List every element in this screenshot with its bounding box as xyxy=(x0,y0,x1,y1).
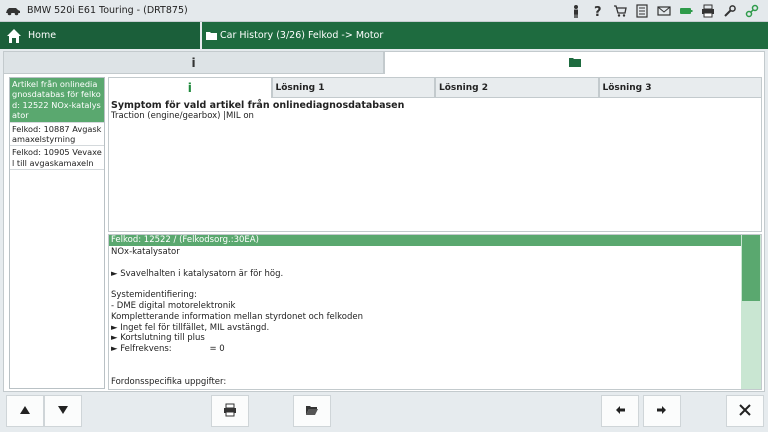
home-label: Home xyxy=(28,30,57,41)
arrow-left-icon xyxy=(613,403,627,420)
open-folder-button[interactable] xyxy=(293,395,331,427)
info-icon: i xyxy=(191,55,196,70)
details-line: NOx-katalysator xyxy=(111,247,180,257)
window-title: BMW 520i E61 Touring - (DRT875) xyxy=(27,5,188,16)
folder-icon xyxy=(206,31,217,40)
car-icon xyxy=(5,6,21,16)
arrow-right-icon xyxy=(655,403,669,420)
list-item[interactable]: Artikel från onlinediagnosdatabas för fe… xyxy=(10,78,104,123)
battery-icon xyxy=(678,3,694,19)
details-line: ► Kortslutning till plus xyxy=(111,333,205,344)
details-scrollbar[interactable] xyxy=(741,235,761,389)
details-line xyxy=(111,258,739,269)
cart-icon[interactable] xyxy=(612,3,628,19)
mail-icon[interactable] xyxy=(634,3,650,19)
person-icon[interactable] xyxy=(568,3,584,19)
folder-open-icon xyxy=(305,403,319,420)
email-icon[interactable] xyxy=(656,3,672,19)
close-button[interactable] xyxy=(726,395,764,427)
connection-icon xyxy=(744,3,760,19)
details-header: Felkod: 12522 / (Felkodsorg.:30EA) xyxy=(109,235,741,246)
close-icon xyxy=(738,403,752,420)
wrench-icon[interactable] xyxy=(722,3,738,19)
list-item[interactable]: Felkod: 10887 Avgaskamaxelstyrning xyxy=(10,123,104,147)
bottom-toolbar xyxy=(0,392,768,432)
printer-icon[interactable] xyxy=(700,3,716,19)
details-line: - DME digital motorelektronik xyxy=(111,300,236,311)
tab-folder[interactable] xyxy=(384,51,765,74)
print-button[interactable] xyxy=(211,395,249,427)
folder-icon xyxy=(568,57,581,70)
details-body: NOx-katalysator ► Svavelhalten i katalys… xyxy=(109,247,739,387)
details-line xyxy=(111,279,739,290)
details-line xyxy=(111,366,739,377)
details-line xyxy=(111,355,739,366)
details-line: Systemidentifiering: xyxy=(111,290,197,301)
previous-button[interactable] xyxy=(601,395,639,427)
home-button[interactable]: Home xyxy=(0,22,202,49)
info-icon: i xyxy=(187,81,192,95)
scroll-down-button[interactable] xyxy=(44,395,82,427)
tab-solution-1[interactable]: Lösning 1 xyxy=(271,77,435,98)
sub-tabs: i Lösning 1 Lösning 2 Lösning 3 xyxy=(108,77,762,98)
details-panel: Felkod: 12522 / (Felkodsorg.:30EA) NOx-k… xyxy=(108,234,762,390)
details-line: ► Svavelhalten i katalysatorn är för hög… xyxy=(111,268,284,279)
details-line: Kompletterande information mellan styrdo… xyxy=(111,311,363,322)
help-icon[interactable]: ? xyxy=(590,3,606,19)
fault-list: Artikel från onlinediagnosdatabas för fe… xyxy=(9,77,105,389)
content-panel: Artikel från onlinediagnosdatabas för fe… xyxy=(3,74,765,392)
scrollbar-thumb[interactable] xyxy=(742,235,760,301)
triangle-up-icon xyxy=(18,403,32,420)
symptom-heading: Symptom för vald artikel från onlinediag… xyxy=(111,100,405,111)
main-tabs: i xyxy=(3,51,765,74)
next-button[interactable] xyxy=(643,395,681,427)
details-line: Fordonsspecifika uppgifter: xyxy=(111,376,227,387)
scroll-up-button[interactable] xyxy=(6,395,44,427)
details-line: ► Felfrekvens: = 0 xyxy=(111,344,225,355)
breadcrumb-text: Car History (3/26) Felkod -> Motor xyxy=(220,30,384,41)
symptom-text: Traction (engine/gearbox) |MIL on xyxy=(111,111,254,121)
tab-solution-2[interactable]: Lösning 2 xyxy=(435,77,599,98)
details-line: ► Inget fel för tillfället, MIL avstängd… xyxy=(111,322,270,333)
nav-bar: Home Car History (3/26) Felkod -> Motor xyxy=(0,22,768,49)
printer-icon xyxy=(223,403,237,420)
tab-solution-3[interactable]: Lösning 3 xyxy=(598,77,762,98)
breadcrumb: Car History (3/26) Felkod -> Motor xyxy=(202,22,768,49)
symptom-panel: Symptom för vald artikel från onlinediag… xyxy=(108,98,762,232)
tab-info[interactable]: i xyxy=(3,51,384,74)
triangle-down-icon xyxy=(56,403,70,420)
svg-text:?: ? xyxy=(594,5,602,18)
home-icon xyxy=(6,28,22,44)
title-bar: BMW 520i E61 Touring - (DRT875) ? xyxy=(0,0,768,22)
list-item[interactable]: Felkod: 10905 Vevaxel till avgaskamaxeln xyxy=(10,146,104,171)
tab-info[interactable]: i xyxy=(108,77,272,98)
